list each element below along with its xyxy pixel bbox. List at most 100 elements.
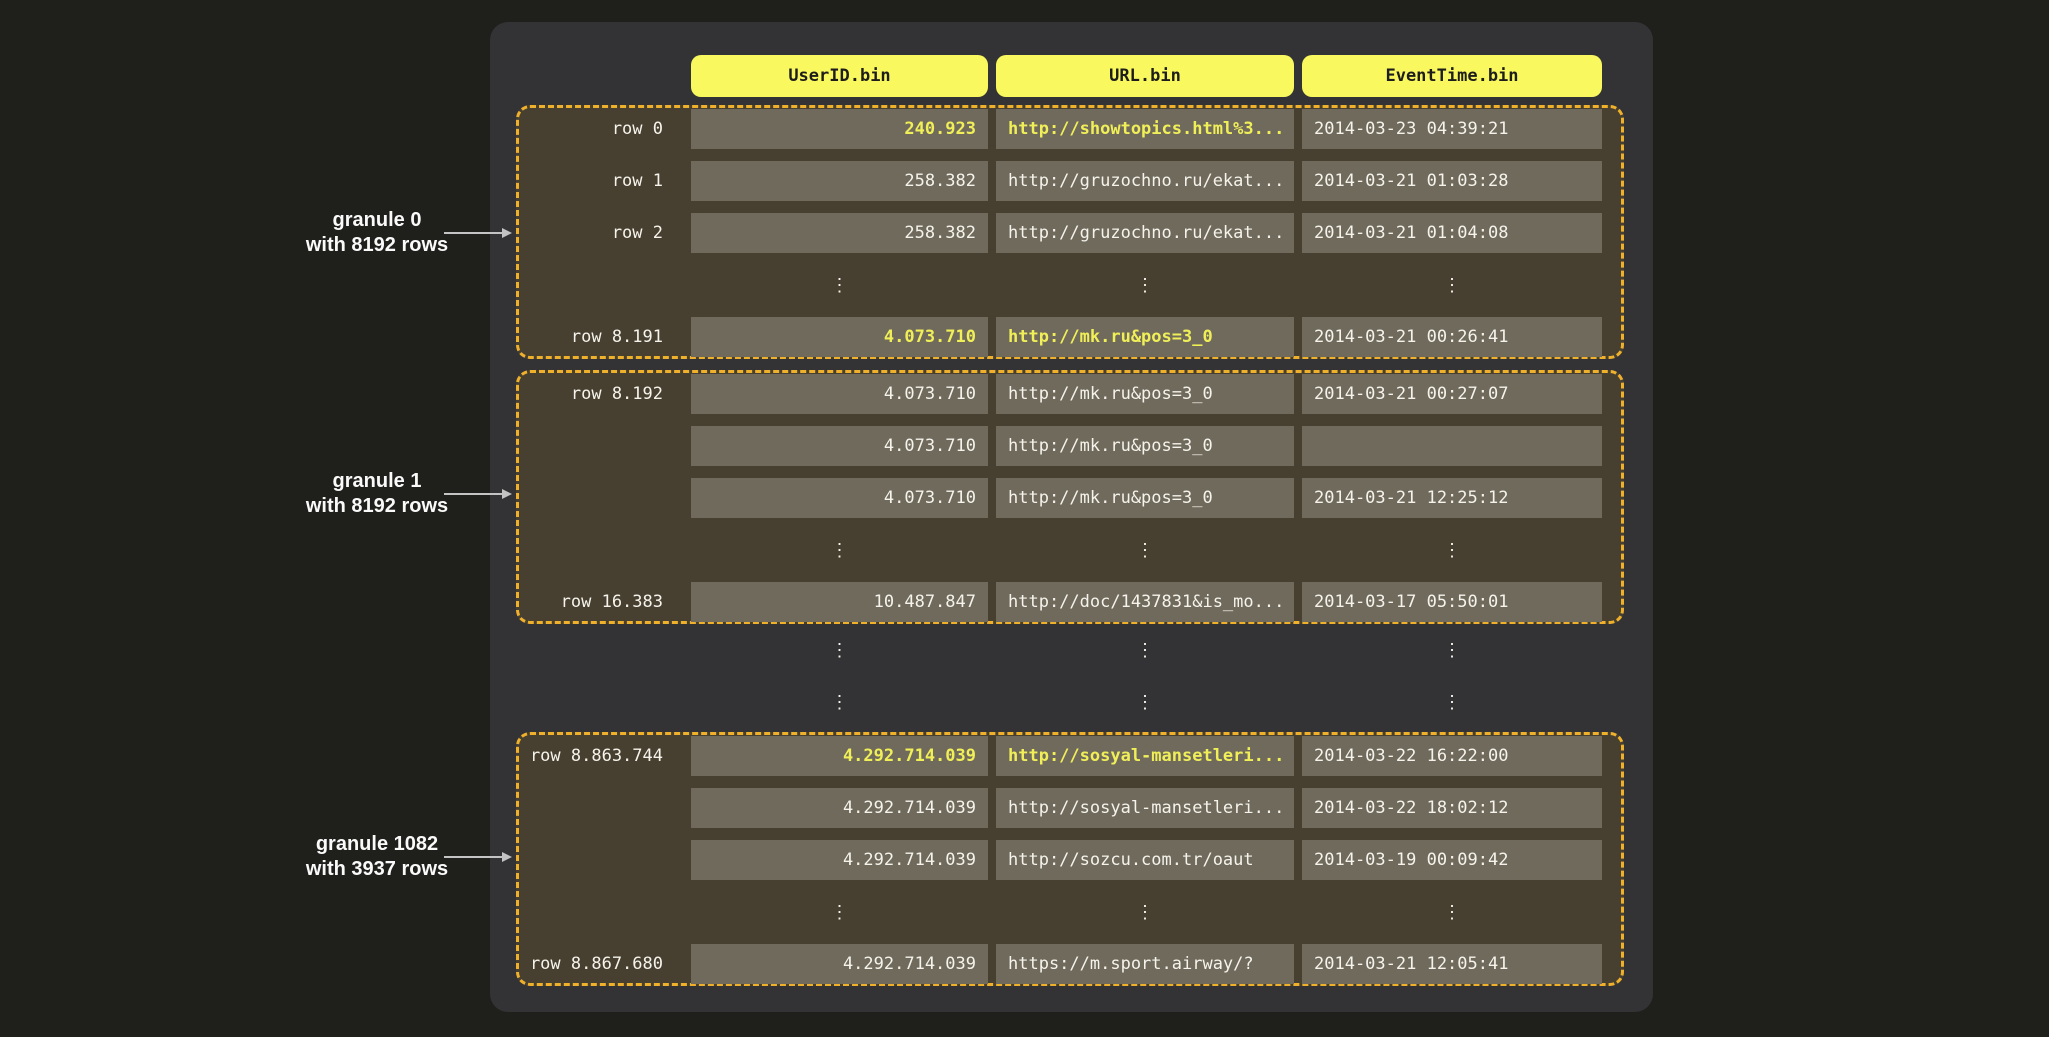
- ellipsis-cell: ⋮: [1302, 892, 1602, 932]
- table-row: row 16.383 10.487.847 http://doc/1437831…: [519, 582, 1621, 622]
- ellipsis-cell: ⋮: [691, 682, 988, 722]
- column-headers: UserID.bin URL.bin EventTime.bin: [519, 55, 1602, 97]
- userid-cell: 4.292.714.039: [691, 788, 988, 828]
- eventtime-cell: [1302, 426, 1602, 466]
- row-label: [519, 426, 683, 466]
- column-header-url-bin: URL.bin: [996, 55, 1294, 97]
- eventtime-cell: 2014-03-21 12:05:41: [1302, 944, 1602, 984]
- ellipsis-cell: ⋮: [691, 530, 988, 570]
- ellipsis-cell: ⋮: [691, 265, 988, 305]
- ellipsis-cell: ⋮: [1302, 265, 1602, 305]
- granule-label-line2: with 8192 rows: [227, 233, 527, 258]
- eventtime-cell: 2014-03-17 05:50:01: [1302, 582, 1602, 622]
- gap-ellipsis-row: ⋮ ⋮ ⋮: [519, 682, 1602, 722]
- granule-1082-box: row 8.863.744 4.292.714.039 http://sosya…: [516, 732, 1624, 986]
- eventtime-cell: 2014-03-23 04:39:21: [1302, 109, 1602, 149]
- userid-cell: 4.073.710: [691, 374, 988, 414]
- column-header-eventtime-bin: EventTime.bin: [1302, 55, 1602, 97]
- eventtime-cell: 2014-03-22 18:02:12: [1302, 788, 1602, 828]
- userid-cell: 4.073.710: [691, 317, 988, 357]
- table-row: row 8.191 4.073.710 http://mk.ru&pos=3_0…: [519, 317, 1621, 357]
- userid-cell: 4.292.714.039: [691, 736, 988, 776]
- table-row: 4.292.714.039 http://sozcu.com.tr/oaut 2…: [519, 840, 1621, 880]
- userid-cell: 4.073.710: [691, 478, 988, 518]
- granule-1-arrow: [444, 493, 502, 495]
- row-label: row 8.191: [519, 317, 683, 357]
- row-label: row 1: [519, 161, 683, 201]
- userid-cell: 240.923: [691, 109, 988, 149]
- granule-1-box: row 8.192 4.073.710 http://mk.ru&pos=3_0…: [516, 370, 1624, 624]
- granules-diagram: UserID.bin URL.bin EventTime.bin row 0 2…: [0, 0, 2049, 1037]
- table-row: 4.073.710 http://mk.ru&pos=3_0 2014-03-2…: [519, 478, 1621, 518]
- granule-1082-arrow: [444, 856, 502, 858]
- url-cell: http://mk.ru&pos=3_0: [996, 426, 1294, 466]
- url-cell: http://mk.ru&pos=3_0: [996, 317, 1294, 357]
- row-label: row 0: [519, 109, 683, 149]
- url-cell: http://mk.ru&pos=3_0: [996, 478, 1294, 518]
- row-label: [519, 478, 683, 518]
- ellipsis-cell: ⋮: [1302, 530, 1602, 570]
- url-cell: http://doc/1437831&is_mo...: [996, 582, 1294, 622]
- table-row: row 0 240.923 http://showtopics.html%3..…: [519, 109, 1621, 149]
- ellipsis-row: ⋮ ⋮ ⋮: [519, 892, 1621, 932]
- row-label: [519, 630, 683, 670]
- row-label: row 2: [519, 213, 683, 253]
- url-cell: http://showtopics.html%3...: [996, 109, 1294, 149]
- url-cell: https://m.sport.airway/?: [996, 944, 1294, 984]
- eventtime-cell: 2014-03-21 12:25:12: [1302, 478, 1602, 518]
- eventtime-cell: 2014-03-21 01:03:28: [1302, 161, 1602, 201]
- ellipsis-cell: ⋮: [996, 630, 1294, 670]
- granule-label-line2: with 3937 rows: [227, 857, 527, 882]
- gap-ellipsis-row: ⋮ ⋮ ⋮: [519, 630, 1602, 670]
- ellipsis-cell: ⋮: [691, 892, 988, 932]
- row-label: [519, 682, 683, 722]
- ellipsis-cell: ⋮: [1302, 630, 1602, 670]
- eventtime-cell: 2014-03-19 00:09:42: [1302, 840, 1602, 880]
- ellipsis-cell: ⋮: [996, 265, 1294, 305]
- ellipsis-cell: ⋮: [996, 892, 1294, 932]
- granule-label-line1: granule 1082: [227, 832, 527, 857]
- ellipsis-row: ⋮ ⋮ ⋮: [519, 265, 1621, 305]
- table-row: row 8.192 4.073.710 http://mk.ru&pos=3_0…: [519, 374, 1621, 414]
- eventtime-cell: 2014-03-21 01:04:08: [1302, 213, 1602, 253]
- table-row: row 8.863.744 4.292.714.039 http://sosya…: [519, 736, 1621, 776]
- granule-label-line1: granule 0: [227, 208, 527, 233]
- granule-0-arrow: [444, 232, 502, 234]
- ellipsis-cell: ⋮: [996, 682, 1294, 722]
- row-label: [519, 530, 683, 570]
- eventtime-cell: 2014-03-22 16:22:00: [1302, 736, 1602, 776]
- userid-cell: 10.487.847: [691, 582, 988, 622]
- userid-cell: 4.073.710: [691, 426, 988, 466]
- row-label: [519, 788, 683, 828]
- url-cell: http://gruzochno.ru/ekat...: [996, 213, 1294, 253]
- header-spacer: [519, 55, 683, 97]
- ellipsis-cell: ⋮: [1302, 682, 1602, 722]
- granule-label-line2: with 8192 rows: [227, 494, 527, 519]
- row-label: [519, 840, 683, 880]
- ellipsis-cell: ⋮: [996, 530, 1294, 570]
- row-label: [519, 892, 683, 932]
- userid-cell: 258.382: [691, 161, 988, 201]
- table-row: 4.073.710 http://mk.ru&pos=3_0: [519, 426, 1621, 466]
- table-row: row 8.867.680 4.292.714.039 https://m.sp…: [519, 944, 1621, 984]
- column-header-userid-bin: UserID.bin: [691, 55, 988, 97]
- table-row: row 2 258.382 http://gruzochno.ru/ekat..…: [519, 213, 1621, 253]
- url-cell: http://sozcu.com.tr/oaut: [996, 840, 1294, 880]
- table-row: 4.292.714.039 http://sosyal-mansetleri..…: [519, 788, 1621, 828]
- url-cell: http://sosyal-mansetleri...: [996, 788, 1294, 828]
- row-label: [519, 265, 683, 305]
- row-label: row 8.192: [519, 374, 683, 414]
- url-cell: http://mk.ru&pos=3_0: [996, 374, 1294, 414]
- eventtime-cell: 2014-03-21 00:26:41: [1302, 317, 1602, 357]
- row-label: row 8.867.680: [519, 944, 683, 984]
- ellipsis-cell: ⋮: [691, 630, 988, 670]
- row-label: row 16.383: [519, 582, 683, 622]
- url-cell: http://sosyal-mansetleri...: [996, 736, 1294, 776]
- ellipsis-row: ⋮ ⋮ ⋮: [519, 530, 1621, 570]
- userid-cell: 4.292.714.039: [691, 840, 988, 880]
- userid-cell: 4.292.714.039: [691, 944, 988, 984]
- granule-0-box: row 0 240.923 http://showtopics.html%3..…: [516, 105, 1624, 359]
- userid-cell: 258.382: [691, 213, 988, 253]
- url-cell: http://gruzochno.ru/ekat...: [996, 161, 1294, 201]
- granule-label-line1: granule 1: [227, 469, 527, 494]
